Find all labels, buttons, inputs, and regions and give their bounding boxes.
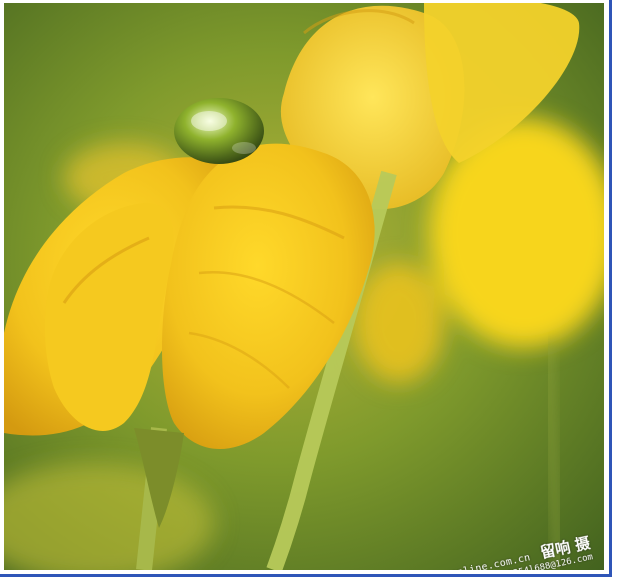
image-frame: http://mophoto.pconline.com.cn 留响 摄 min5…	[0, 0, 612, 577]
water-droplet	[174, 98, 264, 164]
flower-illustration	[4, 3, 604, 570]
flower-photo: http://mophoto.pconline.com.cn 留响 摄 min5…	[4, 3, 604, 570]
